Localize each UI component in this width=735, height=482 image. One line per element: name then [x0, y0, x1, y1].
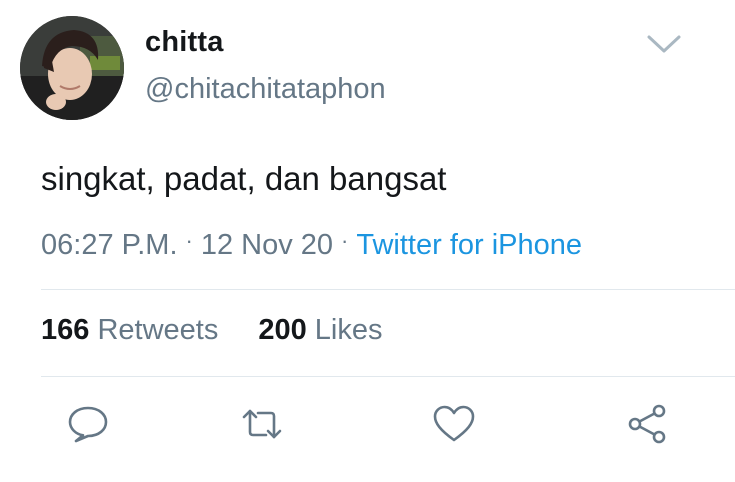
tweet-time[interactable]: 06:27 P.M. — [41, 229, 178, 261]
tweet-stats: 166 Retweets 200 Likes — [41, 314, 383, 347]
tweet-date[interactable]: 12 Nov 20 — [201, 229, 333, 261]
user-handle[interactable]: @chitachitataphon — [145, 73, 386, 106]
likes-stat[interactable]: 200 Likes — [258, 314, 382, 347]
tweet-detail: chitta @chitachitataphon singkat, padat,… — [0, 0, 735, 482]
tweet-metadata: 06:27 P.M. · 12 Nov 20 · Twitter for iPhone — [41, 228, 582, 262]
tweet-text: singkat, padat, dan bangsat — [41, 160, 447, 197]
avatar[interactable] — [20, 16, 124, 120]
heart-icon — [433, 405, 475, 442]
separator-dot: · — [185, 228, 193, 253]
divider — [41, 376, 735, 377]
share-nodes-icon — [628, 404, 666, 444]
retweet-button[interactable] — [240, 404, 284, 444]
speech-bubble-icon — [68, 406, 108, 443]
like-button[interactable] — [432, 404, 476, 444]
retweet-arrows-icon — [242, 409, 282, 439]
likes-count: 200 — [258, 314, 307, 346]
tweet-source-link[interactable]: Twitter for iPhone — [356, 229, 582, 261]
retweets-stat[interactable]: 166 Retweets — [41, 314, 218, 347]
share-button[interactable] — [626, 404, 670, 444]
chevron-down-icon[interactable] — [646, 32, 682, 56]
divider — [41, 289, 735, 290]
separator-dot: · — [341, 228, 349, 253]
retweets-count: 166 — [41, 314, 90, 346]
display-name[interactable]: chitta — [145, 26, 224, 59]
likes-label: Likes — [314, 314, 383, 346]
retweets-label: Retweets — [97, 314, 219, 346]
reply-button[interactable] — [66, 404, 110, 444]
profile-photo-icon — [20, 16, 124, 120]
